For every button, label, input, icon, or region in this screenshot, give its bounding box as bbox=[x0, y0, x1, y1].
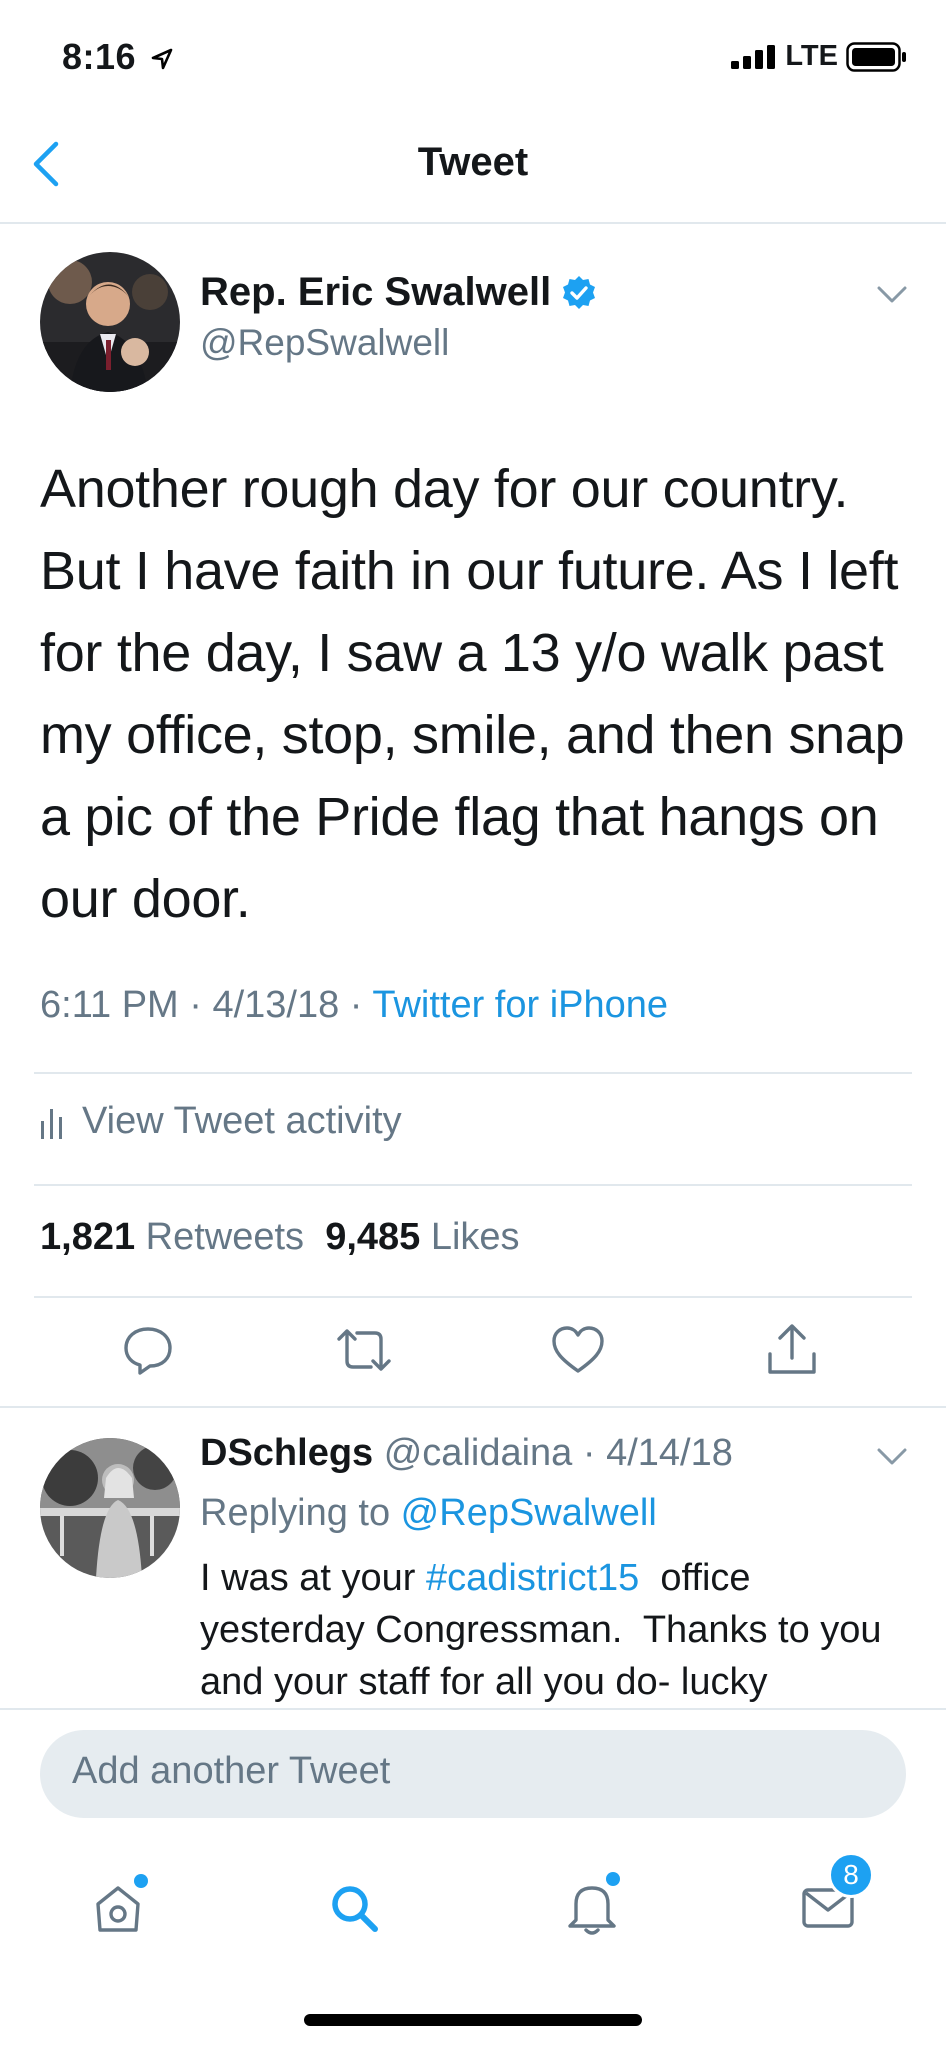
reply-header: DSchlegs @calidaina · 4/14/18 bbox=[200, 1432, 733, 1475]
retweets-count: 1,821 bbox=[40, 1216, 136, 1258]
tweet-meta: 6:11 PM · 4/13/18 · Twitter for iPhone bbox=[40, 984, 668, 1027]
messages-badge: 8 bbox=[828, 1852, 874, 1898]
divider bbox=[34, 1072, 912, 1074]
battery-icon bbox=[846, 41, 908, 72]
home-icon bbox=[90, 1880, 146, 1936]
add-tweet-input[interactable] bbox=[72, 1750, 872, 1793]
reply-button[interactable] bbox=[118, 1320, 178, 1380]
home-indicator bbox=[304, 2014, 642, 2026]
retweet-button[interactable] bbox=[334, 1320, 394, 1380]
status-time-text: 8:16 bbox=[62, 36, 137, 77]
verified-badge-icon bbox=[561, 275, 597, 311]
location-arrow-icon bbox=[151, 48, 173, 70]
reply-author-name[interactable]: DSchlegs bbox=[200, 1432, 373, 1474]
status-time: 8:16 bbox=[62, 36, 173, 78]
view-activity-button[interactable]: View Tweet activity bbox=[40, 1100, 402, 1143]
tab-notifications[interactable] bbox=[552, 1868, 632, 1948]
divider bbox=[34, 1184, 912, 1186]
notifications-unread-dot bbox=[606, 1872, 620, 1886]
tab-home[interactable] bbox=[78, 1868, 158, 1948]
likes-stat[interactable]: 9,485 Likes bbox=[325, 1216, 519, 1258]
compose-box[interactable] bbox=[40, 1730, 906, 1818]
likes-label: Likes bbox=[430, 1216, 520, 1258]
carrier-label: LTE bbox=[785, 40, 838, 72]
page-title: Tweet bbox=[417, 140, 529, 184]
tweet-timestamp: 6:11 PM · 4/13/18 · bbox=[40, 984, 373, 1026]
notifications-icon bbox=[564, 1878, 620, 1938]
tweet-actions bbox=[0, 1320, 946, 1380]
replying-to-link[interactable]: @RepSwalwell bbox=[401, 1492, 657, 1534]
author-name[interactable]: Rep. Eric Swalwell bbox=[200, 270, 597, 315]
divider bbox=[34, 1296, 912, 1298]
share-button[interactable] bbox=[762, 1320, 822, 1380]
reply-icon bbox=[121, 1323, 175, 1377]
tweet-text: Another rough day for our country. But I… bbox=[40, 459, 905, 929]
retweet-icon bbox=[335, 1325, 393, 1375]
divider bbox=[0, 1406, 946, 1408]
retweets-label: Retweets bbox=[145, 1216, 305, 1258]
signal-icon bbox=[731, 44, 777, 69]
view-activity-label: View Tweet activity bbox=[82, 1100, 402, 1142]
status-indicators: LTE bbox=[731, 40, 908, 73]
compose-divider bbox=[0, 1708, 946, 1710]
chevron-down-icon bbox=[876, 1446, 916, 1468]
reply-author-handle: @calidaina bbox=[383, 1432, 573, 1474]
reply-avatar[interactable] bbox=[40, 1438, 180, 1578]
like-button[interactable] bbox=[548, 1320, 608, 1380]
search-icon bbox=[326, 1880, 382, 1936]
retweets-stat[interactable]: 1,821 Retweets bbox=[40, 1216, 304, 1258]
author-handle: @RepSwalwell bbox=[200, 322, 450, 363]
tweet-options-button[interactable] bbox=[876, 284, 916, 314]
tweet-source-link[interactable]: Twitter for iPhone bbox=[372, 984, 668, 1026]
share-icon bbox=[766, 1322, 818, 1378]
chevron-down-icon bbox=[876, 284, 916, 306]
reply-options-button[interactable] bbox=[876, 1446, 916, 1476]
reply-text: I was at your #cadistrict15 office yeste… bbox=[200, 1552, 920, 1708]
author-name-text: Rep. Eric Swalwell bbox=[200, 270, 552, 314]
like-icon bbox=[551, 1325, 605, 1375]
hashtag-link[interactable]: #cadistrict15 bbox=[426, 1557, 639, 1599]
replying-to: Replying to @RepSwalwell bbox=[200, 1492, 657, 1535]
tab-search[interactable] bbox=[314, 1868, 394, 1948]
author-avatar[interactable] bbox=[40, 252, 180, 392]
bar-chart-icon bbox=[40, 1105, 64, 1139]
tab-messages[interactable]: 8 bbox=[788, 1852, 874, 1948]
replying-to-prefix: Replying to bbox=[200, 1492, 401, 1534]
home-unread-dot bbox=[134, 1874, 148, 1888]
nav-divider bbox=[0, 222, 946, 224]
likes-count: 9,485 bbox=[325, 1216, 421, 1258]
reply-text-before: I was at your bbox=[200, 1557, 426, 1599]
engagement-counts: 1,821 Retweets 9,485 Likes bbox=[40, 1216, 520, 1259]
reply-date: · 4/14/18 bbox=[582, 1432, 733, 1474]
